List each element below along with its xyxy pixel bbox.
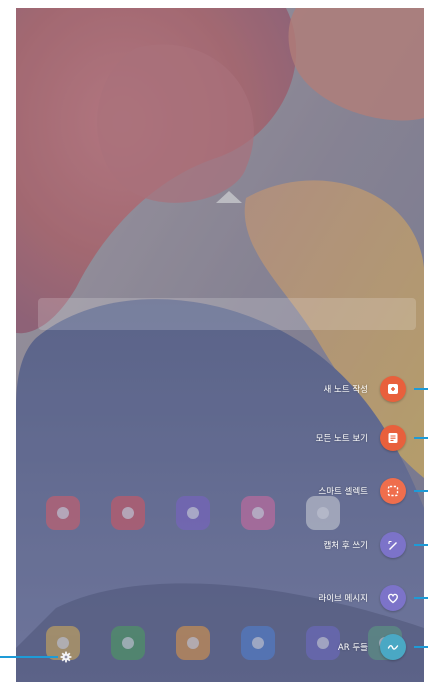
app-icon (111, 496, 145, 530)
app-icon (46, 496, 80, 530)
smart-select-icon[interactable] (380, 478, 406, 504)
menu-item-view-all-notes[interactable]: 모든 노트 보기 (316, 423, 406, 453)
dock-icon (176, 626, 210, 660)
menu-item-smart-select[interactable]: 스마트 셀렉트 (318, 476, 406, 506)
gear-icon[interactable] (60, 651, 72, 663)
screen-write-icon[interactable] (380, 532, 406, 558)
menu-item-screen-write[interactable]: 캡처 후 쓰기 (323, 530, 406, 560)
device-screen (16, 8, 424, 682)
dock-icon (111, 626, 145, 660)
menu-item-create-note[interactable]: 새 노트 작성 (323, 374, 406, 404)
view-all-notes-icon[interactable] (380, 425, 406, 451)
menu-item-label: AR 두들 (337, 643, 368, 653)
menu-item-label: 스마트 셀렉트 (318, 487, 368, 497)
dock-icon (306, 626, 340, 660)
menu-item-live-message[interactable]: 라이브 메시지 (318, 583, 406, 613)
callout-line (414, 544, 428, 546)
menu-item-label: 라이브 메시지 (318, 594, 368, 604)
create-note-icon[interactable] (380, 376, 406, 402)
menu-item-label: 새 노트 작성 (323, 385, 368, 395)
live-message-icon[interactable] (380, 585, 406, 611)
ar-doodle-icon[interactable] (380, 634, 406, 660)
app-icon (241, 496, 275, 530)
dim-overlay (16, 8, 424, 682)
app-icon (176, 496, 210, 530)
menu-item-label: 모든 노트 보기 (315, 434, 368, 444)
callout-line (414, 388, 428, 390)
settings-callout-line (0, 656, 58, 658)
callout-line (414, 437, 428, 439)
menu-item-label: 캡처 후 쓰기 (323, 541, 368, 551)
callout-line (414, 646, 428, 648)
callout-line (414, 490, 428, 492)
menu-item-ar-doodle[interactable]: AR 두들 (338, 632, 406, 662)
dock-icon (241, 626, 275, 660)
search-bar (38, 298, 416, 330)
callout-line (414, 597, 428, 599)
